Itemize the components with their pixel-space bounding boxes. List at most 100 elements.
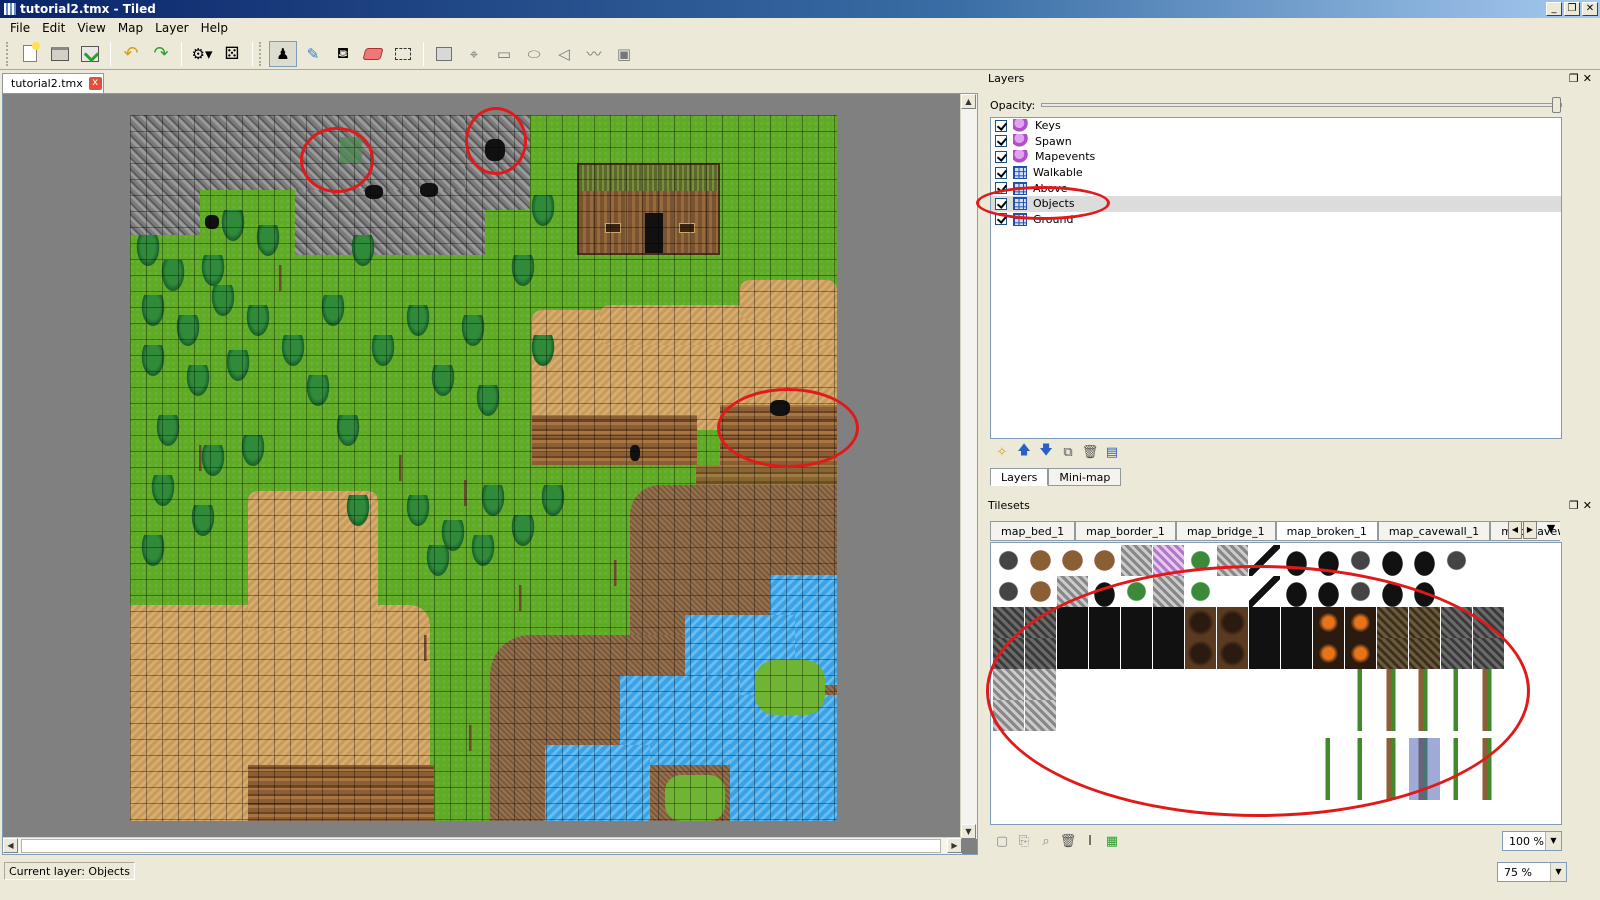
tileset-tile[interactable] — [1377, 607, 1408, 638]
tileset-tile[interactable] — [1377, 738, 1408, 769]
tileset-tile[interactable] — [1025, 700, 1056, 731]
scroll-right-icon[interactable]: ▶ — [947, 838, 962, 853]
tileset-tile[interactable] — [1025, 607, 1056, 638]
tileset-tile[interactable] — [1057, 545, 1088, 576]
tileset-tab[interactable]: map_cavewall_1 — [1377, 521, 1491, 541]
tileset-tile[interactable] — [1377, 638, 1408, 669]
tileset-tile[interactable] — [1409, 669, 1440, 700]
tileset-tile[interactable] — [1473, 700, 1504, 731]
undo-button[interactable]: ↶ — [117, 41, 145, 67]
tileset-tile[interactable] — [1217, 638, 1248, 669]
tab-layers[interactable]: Layers — [990, 468, 1049, 486]
tileset-tile[interactable] — [993, 545, 1024, 576]
layer-visibility-checkbox[interactable] — [995, 166, 1007, 179]
opacity-slider-thumb[interactable] — [1552, 97, 1561, 113]
tileset-tab[interactable]: map_broken_1 — [1275, 521, 1378, 541]
tileset-tile[interactable] — [1409, 545, 1440, 576]
tileset-tile[interactable] — [1089, 576, 1120, 607]
map-vertical-scrollbar[interactable]: ▲ ▼ — [960, 94, 977, 839]
tileset-tile[interactable] — [1057, 576, 1088, 607]
chevron-down-icon[interactable]: ▼ — [1550, 863, 1566, 881]
open-button[interactable] — [46, 41, 74, 67]
tileset-tile[interactable] — [1473, 607, 1504, 638]
tileset-tile[interactable] — [1089, 607, 1120, 638]
rename-button[interactable]: I — [1082, 833, 1098, 849]
insert-polyline-button[interactable]: 〰 — [580, 41, 608, 67]
tileset-tab[interactable]: map_bridge_1 — [1175, 521, 1276, 541]
tile-map-canvas[interactable] — [130, 115, 837, 821]
tileset-tile[interactable] — [1409, 607, 1440, 638]
tileset-tile[interactable] — [1057, 607, 1088, 638]
scroll-left-icon[interactable]: ◀ — [3, 838, 18, 853]
tileset-tile[interactable] — [1473, 638, 1504, 669]
menu-view[interactable]: View — [71, 21, 111, 35]
tileset-tile[interactable] — [1217, 607, 1248, 638]
stamp-brush-button[interactable]: ♟ — [269, 40, 297, 67]
tileset-tile[interactable] — [993, 576, 1024, 607]
commands-button[interactable]: ⚙▾ — [188, 41, 216, 67]
tileset-tile[interactable] — [1345, 769, 1376, 800]
insert-tile-button[interactable]: ▣ — [610, 41, 638, 67]
lower-layer-button[interactable]: 🡇 — [1038, 443, 1054, 460]
tileset-tile[interactable] — [1473, 738, 1504, 769]
terrain-brush-button[interactable]: ✎ — [299, 41, 327, 67]
layer-row[interactable]: Mapevents — [991, 149, 1561, 165]
tileset-tile[interactable] — [1121, 576, 1152, 607]
horizontal-scroll-thumb[interactable] — [21, 839, 941, 853]
tileset-tile[interactable] — [1281, 576, 1312, 607]
tab-mini-map[interactable]: Mini-map — [1048, 468, 1122, 486]
tileset-tile[interactable] — [1153, 638, 1184, 669]
new-layer-button[interactable]: ✧ — [994, 444, 1010, 460]
layer-row[interactable]: Above — [991, 180, 1561, 196]
layer-list[interactable]: Keys Spawn Mapevents Walkable Above Obje… — [990, 117, 1562, 439]
tileset-tile[interactable] — [1409, 576, 1440, 607]
delete-tileset-button[interactable]: 🗑 — [1060, 833, 1077, 849]
layer-properties-button[interactable]: ▤ — [1104, 444, 1120, 460]
scroll-up-icon[interactable]: ▲ — [961, 94, 976, 109]
layer-row[interactable]: Ground — [991, 212, 1561, 228]
tileset-tile[interactable] — [993, 700, 1024, 731]
tileset-tile[interactable] — [1441, 607, 1472, 638]
insert-rectangle-button[interactable]: ▭ — [490, 41, 518, 67]
bucket-fill-button[interactable]: ⛾ — [329, 41, 357, 67]
tileset-tab[interactable]: map_border_1 — [1075, 521, 1176, 541]
tileset-tile[interactable] — [1345, 638, 1376, 669]
tileset-tile[interactable] — [1025, 669, 1056, 700]
tileset-tile[interactable] — [1441, 769, 1472, 800]
new-tileset-button[interactable]: ▢ — [994, 833, 1010, 849]
layer-row[interactable]: Walkable — [991, 165, 1561, 181]
tileset-tile[interactable] — [1185, 607, 1216, 638]
menu-edit[interactable]: Edit — [36, 21, 71, 35]
tileset-tile[interactable] — [1089, 638, 1120, 669]
redo-button[interactable]: ↷ — [147, 41, 175, 67]
close-button[interactable]: ✕ — [1582, 2, 1598, 16]
tileset-tile[interactable] — [1345, 576, 1376, 607]
tileset-tile[interactable] — [1121, 607, 1152, 638]
tileset-tile[interactable] — [1185, 638, 1216, 669]
tileset-tile[interactable] — [1185, 545, 1216, 576]
tileset-tile[interactable] — [1313, 545, 1344, 576]
tileset-tile[interactable] — [1025, 545, 1056, 576]
tileset-tile[interactable] — [1217, 545, 1248, 576]
edit-polygons-button[interactable]: ⌖ — [460, 41, 488, 67]
tileset-tile[interactable] — [1121, 545, 1152, 576]
tab-scroll-left-icon[interactable]: ◀ — [1508, 521, 1522, 539]
layer-visibility-checkbox[interactable] — [995, 197, 1007, 210]
tileset-tile[interactable] — [1377, 700, 1408, 731]
tileset-tile[interactable] — [1345, 669, 1376, 700]
tileset-tile[interactable] — [1377, 576, 1408, 607]
tileset-tile[interactable] — [1153, 545, 1184, 576]
map-zoom-combo[interactable]: 75 % ▼ — [1497, 862, 1567, 882]
opacity-slider[interactable] — [1041, 97, 1562, 113]
panel-dock-icons[interactable]: ❐✕ — [1569, 72, 1596, 85]
duplicate-layer-button[interactable]: ⧉ — [1060, 444, 1076, 460]
tileset-tile[interactable] — [1153, 607, 1184, 638]
tileset-tile[interactable] — [1313, 638, 1344, 669]
menu-layer[interactable]: Layer — [149, 21, 194, 35]
tileset-tile[interactable] — [1025, 576, 1056, 607]
tileset-tile[interactable] — [1057, 638, 1088, 669]
tileset-tile[interactable] — [1025, 638, 1056, 669]
tileset-tile[interactable] — [1441, 700, 1472, 731]
chevron-down-icon[interactable]: ▼ — [1545, 832, 1561, 850]
tileset-tile[interactable] — [1345, 738, 1376, 769]
